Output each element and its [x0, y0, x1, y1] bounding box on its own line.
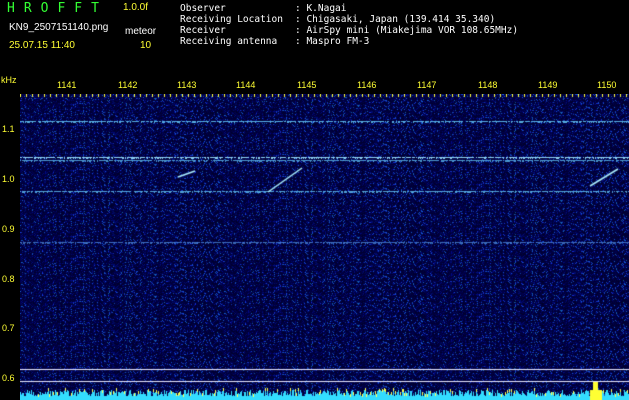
- timestamp-label: 25.07.15 11:40: [9, 40, 75, 51]
- info-key: Receiving Location: [180, 14, 283, 25]
- frequency-tick: 1.0: [2, 174, 15, 184]
- frequency-tick: 1.1: [2, 124, 15, 134]
- time-tick: 1148: [478, 80, 498, 90]
- time-tick: 1146: [357, 80, 377, 90]
- time-axis: 1141 1142 1143 1144 1145 1146 1147 1148 …: [0, 80, 629, 94]
- spectrogram: [20, 94, 629, 400]
- frequency-tick: 0.9: [2, 224, 15, 234]
- info-value: : K.Nagai: [295, 3, 347, 14]
- observation-info: Observer : K.Nagai Receiving Location : …: [180, 3, 518, 47]
- spectrogram-canvas: [20, 94, 629, 400]
- time-tick: 1149: [538, 80, 558, 90]
- info-value: : Maspro FM-3: [295, 36, 370, 47]
- mode-label: meteor: [125, 26, 157, 37]
- info-row-observer: Observer : K.Nagai: [180, 3, 518, 14]
- info-row-antenna: Receiving antenna : Maspro FM-3: [180, 36, 518, 47]
- info-key: Receiver: [180, 25, 226, 36]
- app-title: HROFFT: [7, 1, 108, 16]
- version-label: 1.0.0f: [123, 2, 149, 13]
- mode-value: 10: [140, 40, 152, 51]
- frequency-tick: 0.8: [2, 274, 15, 284]
- time-tick: 1147: [417, 80, 437, 90]
- frequency-axis: 1.1 1.0 0.9 0.8 0.7 0.6: [0, 94, 20, 400]
- time-tick: 1142: [118, 80, 138, 90]
- info-row-receiver: Receiver : AirSpy mini (Miakejima VOR 10…: [180, 25, 518, 36]
- time-tick: 1144: [236, 80, 256, 90]
- time-tick: 1150: [597, 80, 617, 90]
- info-value: : Chigasaki, Japan (139.414 35.340): [295, 14, 496, 25]
- frequency-tick: 0.6: [2, 373, 15, 383]
- time-tick: 1143: [177, 80, 197, 90]
- filename-label: KN9_2507151140.png: [9, 22, 109, 33]
- time-tick: 1145: [297, 80, 317, 90]
- info-row-location: Receiving Location : Chigasaki, Japan (1…: [180, 14, 518, 25]
- time-tick: 1141: [57, 80, 77, 90]
- info-key: Observer: [180, 3, 226, 14]
- info-value: : AirSpy mini (Miakejima VOR 108.65MHz): [295, 25, 519, 36]
- frequency-tick: 0.7: [2, 323, 15, 333]
- info-key: Receiving antenna: [180, 36, 278, 47]
